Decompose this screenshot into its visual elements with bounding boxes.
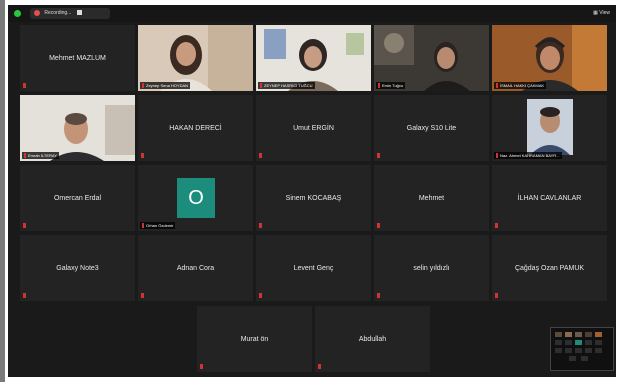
thumbnail-cell	[575, 340, 582, 345]
stop-recording-icon[interactable]	[76, 10, 82, 16]
thumbnail-cell	[585, 332, 592, 337]
participant-tile[interactable]: Mehmet	[374, 165, 489, 231]
thumbnail-cell	[595, 340, 602, 345]
muted-mic-icon	[23, 223, 26, 228]
participant-tile[interactable]: Umut ERGİN	[256, 95, 371, 161]
participant-tile[interactable]: İLHAN CAVLANLAR	[492, 165, 607, 231]
participant-tile[interactable]: selin yıldızlı	[374, 235, 489, 301]
thumbnail-cell	[555, 340, 562, 345]
participant-tile[interactable]: Murat ön	[197, 306, 312, 372]
muted-mic-icon	[318, 364, 321, 369]
thumbnail-cell	[569, 356, 576, 361]
participant-tile[interactable]: Zeynep Sena HOYDAN	[138, 25, 253, 91]
participant-tile[interactable]: Galaxy Note3	[20, 235, 135, 301]
meeting-topbar: Recording... ▦ View	[8, 5, 616, 22]
muted-mic-icon	[259, 293, 262, 298]
thumbnail-cell	[595, 348, 602, 353]
participant-tile[interactable]: Levent Genç	[256, 235, 371, 301]
participant-tile[interactable]: Naz. Ahmet KAHRAMAN BAYR...	[492, 95, 607, 161]
participant-name: Naz. Ahmet KAHRAMAN BAYR...	[494, 152, 562, 159]
participant-name: Omercan Erdal	[53, 194, 102, 202]
participant-tile[interactable]: Adnan Cora	[138, 235, 253, 301]
muted-mic-icon	[377, 223, 380, 228]
muted-mic-icon	[495, 223, 498, 228]
thumbnail-cell	[575, 332, 582, 337]
view-label: View	[599, 10, 610, 16]
meeting-window: Recording... ▦ View Mehmet MAZLUM Zeynep…	[8, 5, 616, 377]
thumbnail-cell	[565, 348, 572, 353]
participant-tile[interactable]: Omercan Erdal	[20, 165, 135, 231]
participant-tile[interactable]: Çağdaş Ozan PAMUK	[492, 235, 607, 301]
participant-name: Zeynep Sena HOYDAN	[140, 82, 191, 89]
gallery-thumbnail-preview[interactable]	[550, 327, 614, 371]
participant-tile[interactable]: Emin Tuğcu	[374, 25, 489, 91]
avatar: O	[177, 178, 215, 218]
participant-tile[interactable]: Sinem KOCABAŞ	[256, 165, 371, 231]
thumbnail-cell	[565, 332, 572, 337]
participant-tile[interactable]: ZEYNEP HASRICI TUĞCU	[256, 25, 371, 91]
left-edge-bar	[0, 0, 5, 382]
muted-mic-icon	[259, 223, 262, 228]
participant-name: Çağdaş Ozan PAMUK	[514, 264, 585, 272]
muted-mic-icon	[141, 153, 144, 158]
participant-tile[interactable]: Emrah ILTERAY	[20, 95, 135, 161]
recording-indicator[interactable]: Recording...	[30, 8, 110, 19]
muted-mic-icon	[200, 364, 203, 369]
participant-name: Mehmet MAZLUM	[49, 54, 106, 62]
participant-name: Umut ERGİN	[293, 124, 334, 132]
participant-tile[interactable]: HAKAN DERECİ	[138, 95, 253, 161]
participant-name: Galaxy Note3	[56, 264, 99, 272]
participant-name: Mehmet	[418, 194, 445, 202]
participant-name: selin yıldızlı	[413, 264, 450, 272]
participant-name: Emrah ILTERAY	[22, 152, 59, 159]
muted-mic-icon	[23, 83, 26, 88]
view-button[interactable]: ▦ View	[593, 8, 610, 19]
green-dot-icon[interactable]	[14, 10, 21, 17]
participant-tile[interactable]: Mehmet MAZLUM	[20, 25, 135, 91]
participant-name: Adnan Cora	[176, 264, 215, 272]
participant-name: Emin Tuğcu	[376, 82, 406, 89]
participant-name: Sinem KOCABAŞ	[285, 194, 342, 202]
muted-mic-icon	[23, 293, 26, 298]
muted-mic-icon	[377, 293, 380, 298]
thumbnail-cell	[585, 340, 592, 345]
participant-name: İSMAİL HAKKI ÇAKMAK	[494, 82, 547, 89]
thumbnail-cell	[555, 348, 562, 353]
participant-tile-active-speaker[interactable]: İSMAİL HAKKI ÇAKMAK	[492, 25, 607, 91]
thumbnail-cell	[555, 332, 562, 337]
recording-label: Recording...	[44, 10, 72, 16]
participant-name: Orhan Özdemir	[140, 222, 176, 229]
muted-mic-icon	[495, 293, 498, 298]
participant-name: Abdullah	[358, 335, 387, 343]
muted-mic-icon	[259, 153, 262, 158]
muted-mic-icon	[377, 153, 380, 158]
thumbnail-cell	[585, 348, 592, 353]
participant-name: Galaxy S10 Lite	[406, 124, 457, 132]
thumbnail-cell	[575, 348, 582, 353]
thumbnail-cell	[595, 332, 602, 337]
participant-name: Murat ön	[240, 335, 269, 343]
participant-name: ZEYNEP HASRICI TUĞCU	[258, 82, 315, 89]
participant-name: HAKAN DERECİ	[169, 124, 222, 132]
participant-tile[interactable]: Galaxy S10 Lite	[374, 95, 489, 161]
record-icon	[34, 9, 40, 16]
thumbnail-cell	[565, 340, 572, 345]
participant-name: İLHAN CAVLANLAR	[517, 194, 582, 202]
thumbnail-cell	[581, 356, 588, 361]
participant-tile[interactable]: O Orhan Özdemir	[138, 165, 253, 231]
muted-mic-icon	[141, 293, 144, 298]
participant-name: Levent Genç	[293, 264, 334, 272]
participant-tile[interactable]: Abdullah	[315, 306, 430, 372]
